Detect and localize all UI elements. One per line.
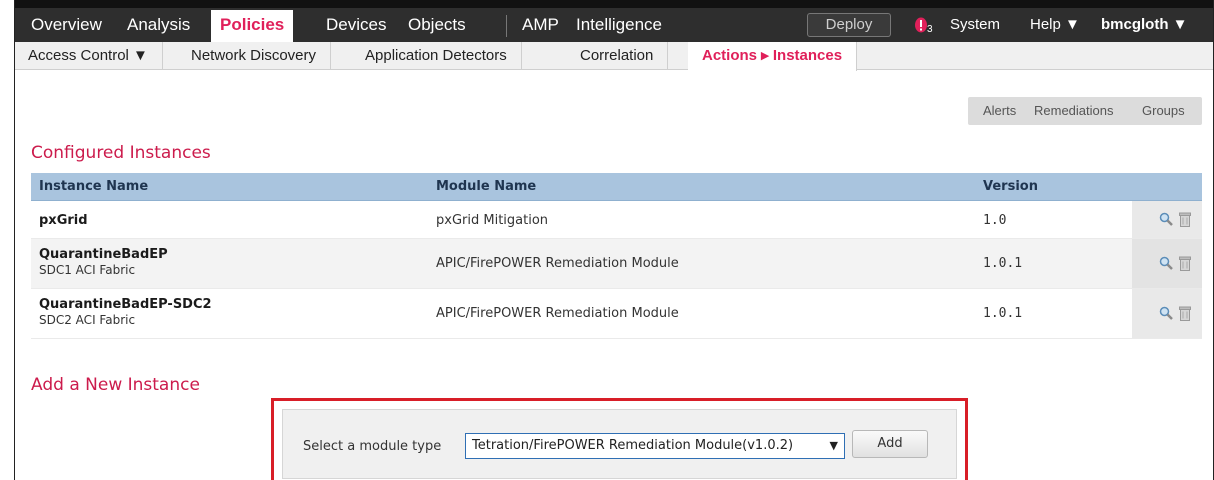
deploy-button[interactable]: Deploy <box>807 13 891 37</box>
instance-name: QuarantineBadEP-SDC2 <box>39 297 212 312</box>
sub-nav: Access Control ▼ Network Discovery Appli… <box>15 42 1213 71</box>
module-type-label: Select a module type <box>303 439 442 454</box>
add-instance-highlight: Select a module type Tetration/FirePOWER… <box>271 398 968 480</box>
version: 1.0.1 <box>983 306 1023 321</box>
nav-policies[interactable]: Policies <box>211 10 294 42</box>
search-icon[interactable] <box>1159 306 1173 320</box>
instance-name: QuarantineBadEP <box>39 247 168 262</box>
row-actions <box>1132 201 1202 238</box>
table-row: QuarantineBadEP SDC1 ACI Fabric APIC/Fir… <box>31 239 1202 289</box>
top-nav: Overview Analysis Policies Devices Objec… <box>15 0 1213 42</box>
tab-access-control[interactable]: Access Control ▼ <box>15 42 163 70</box>
alert-icon[interactable] <box>914 17 928 34</box>
row-actions <box>1132 239 1202 288</box>
version: 1.0 <box>983 213 1007 228</box>
trash-icon[interactable] <box>1179 305 1191 321</box>
add-instance-panel: Select a module type Tetration/FirePOWER… <box>282 409 957 479</box>
search-icon[interactable] <box>1159 256 1173 270</box>
module-type-select[interactable]: Tetration/FirePOWER Remediation Module(v… <box>465 433 845 459</box>
tab-network-discovery[interactable]: Network Discovery <box>177 42 332 70</box>
module-name: APIC/FirePOWER Remediation Module <box>436 306 679 321</box>
module-name: pxGrid Mitigation <box>436 213 549 228</box>
remediations-link[interactable]: Remediations <box>1034 97 1114 125</box>
nav-intelligence[interactable]: Intelligence <box>576 8 662 42</box>
trash-icon[interactable] <box>1179 255 1191 271</box>
alert-count: 3 <box>927 24 933 35</box>
table-row: QuarantineBadEP-SDC2 SDC2 ACI Fabric API… <box>31 289 1202 339</box>
add-instance-title: Add a New Instance <box>31 375 200 395</box>
app-frame: Overview Analysis Policies Devices Objec… <box>14 0 1214 480</box>
nav-objects[interactable]: Objects <box>408 8 466 42</box>
chevron-down-icon: ▼ <box>829 439 838 452</box>
alerts-link[interactable]: Alerts <box>983 97 1016 125</box>
configured-instances-title: Configured Instances <box>31 143 211 163</box>
instance-subtitle: SDC2 ACI Fabric <box>39 313 136 327</box>
column-instance-name[interactable]: Instance Name <box>39 173 148 201</box>
nav-overview[interactable]: Overview <box>31 8 102 42</box>
table-row: pxGrid pxGrid Mitigation 1.0 <box>31 201 1202 239</box>
nav-help[interactable]: Help ▼ <box>1030 8 1080 42</box>
instance-subtitle: SDC1 ACI Fabric <box>39 263 136 277</box>
nav-divider <box>506 15 507 37</box>
nav-system[interactable]: System <box>950 8 1000 42</box>
row-actions <box>1132 289 1202 338</box>
user-menu[interactable]: bmcgloth ▼ <box>1101 8 1188 42</box>
add-button[interactable]: Add <box>852 430 928 458</box>
version: 1.0.1 <box>983 256 1023 271</box>
column-version[interactable]: Version <box>983 173 1038 201</box>
nav-analysis[interactable]: Analysis <box>127 8 190 42</box>
nav-amp[interactable]: AMP <box>522 8 559 42</box>
column-module-name[interactable]: Module Name <box>436 173 536 201</box>
tab-correlation[interactable]: Correlation <box>566 42 669 70</box>
action-links: Alerts Remediations Groups <box>968 97 1202 125</box>
trash-icon[interactable] <box>1179 211 1191 227</box>
nav-devices[interactable]: Devices <box>326 8 386 42</box>
table-header: Instance Name Module Name Version <box>31 173 1202 201</box>
search-icon[interactable] <box>1159 212 1173 226</box>
tab-application-detectors[interactable]: Application Detectors <box>351 42 522 70</box>
module-name: APIC/FirePOWER Remediation Module <box>436 256 679 271</box>
tab-actions-instances[interactable]: Actions ▸ Instances <box>688 42 858 71</box>
instances-table: Instance Name Module Name Version pxGrid… <box>31 173 1202 339</box>
module-type-value: Tetration/FirePOWER Remediation Module(v… <box>472 438 794 453</box>
groups-link[interactable]: Groups <box>1142 97 1185 125</box>
instance-name: pxGrid <box>39 213 88 228</box>
